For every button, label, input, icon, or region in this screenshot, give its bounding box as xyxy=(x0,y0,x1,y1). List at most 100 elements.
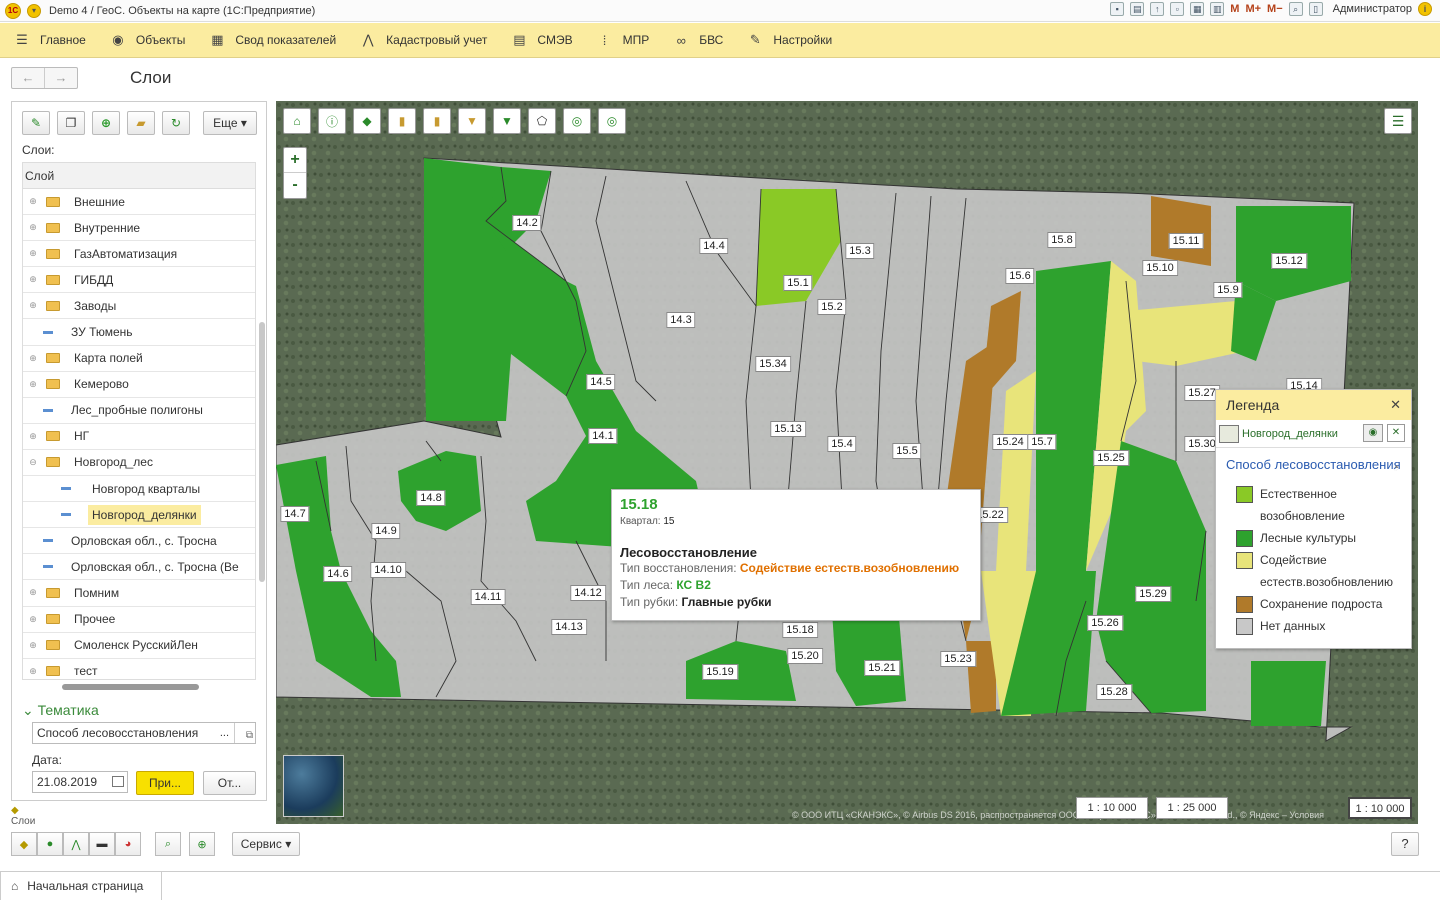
plot-label[interactable]: 14.11 xyxy=(470,589,506,605)
map-view[interactable]: ⌂ ⓘ ◆ ▮ ▮ ▼ ▼ ⬠ ◎ ◎ + - ☰ 14.2 14.4 15.1 15… xyxy=(276,101,1418,824)
panels-icon[interactable]: ▯ xyxy=(1308,2,1323,16)
tree-horizontal-scrollbar[interactable] xyxy=(22,682,256,692)
tree-row[interactable]: ⊕ Внутренние xyxy=(23,215,255,242)
scale-10000-button[interactable]: 1 : 10 000 xyxy=(1076,797,1148,819)
tree-row[interactable]: Лес_пробные полигоны xyxy=(23,398,255,424)
info-icon[interactable]: i xyxy=(1418,2,1432,16)
plot-label[interactable]: 15.6 xyxy=(1005,268,1035,284)
expand-icon[interactable]: ⊕ xyxy=(27,353,39,364)
zoom-icon[interactable]: ⌕ xyxy=(1288,2,1303,16)
send-icon[interactable]: ↑ xyxy=(1150,2,1165,16)
section-cadastral[interactable]: ⋀ Кадастровый учет xyxy=(360,32,488,48)
plot-label[interactable]: 15.21 xyxy=(864,660,900,676)
info-map-button[interactable]: ⓘ xyxy=(318,108,346,134)
plot-label[interactable]: 14.5 xyxy=(586,374,616,390)
date-input[interactable]: 21.08.2019 xyxy=(32,771,128,793)
tree-row[interactable]: ⊕ Помним xyxy=(23,580,255,607)
select-polygon-button[interactable]: ⬠ xyxy=(528,108,556,134)
cadastre-tool-button[interactable]: ⋀ xyxy=(63,832,89,856)
open-icon[interactable]: ⧉ xyxy=(246,726,253,746)
plot-label[interactable]: 15.10 xyxy=(1142,260,1178,276)
tree-vertical-scrollbar[interactable] xyxy=(258,162,266,680)
expand-icon[interactable]: ⊕ xyxy=(27,196,39,207)
expand-icon[interactable]: ⊕ xyxy=(27,379,39,390)
pan-map-button[interactable]: ◆ xyxy=(353,108,381,134)
scale-25000-button[interactable]: 1 : 25 000 xyxy=(1156,797,1228,819)
plot-label[interactable]: 15.4 xyxy=(827,436,857,452)
print-icon[interactable]: ▤ xyxy=(1130,2,1145,16)
palette-icon[interactable]: ◔ xyxy=(1392,460,1399,476)
help-button[interactable]: ? xyxy=(1391,832,1419,856)
plot-label[interactable]: 14.4 xyxy=(699,238,729,254)
forward-arrow-icon[interactable]: → xyxy=(45,68,77,88)
memory-icon[interactable]: M xyxy=(1230,3,1239,15)
plot-label[interactable]: 15.34 xyxy=(755,356,791,372)
tree-row[interactable]: ⊕ ГИБДД xyxy=(23,267,255,294)
plot-label[interactable]: 15.2 xyxy=(817,299,847,315)
tree-row[interactable]: Орловская обл., с. Тросна (Ве xyxy=(23,554,255,581)
plot-label[interactable]: 14.8 xyxy=(416,490,446,506)
tree-row[interactable]: ⊕ Кемерово xyxy=(23,372,255,398)
section-smev[interactable]: ▤ СМЭВ xyxy=(511,32,572,48)
locate-button[interactable]: ◎ xyxy=(563,108,591,134)
back-arrow-icon[interactable]: ← xyxy=(12,68,45,88)
home-map-button[interactable]: ⌂ xyxy=(283,108,311,134)
plot-label[interactable]: 15.25 xyxy=(1093,450,1129,466)
plot-label[interactable]: 15.19 xyxy=(702,664,738,680)
section-mpr[interactable]: ⁞ МПР xyxy=(597,32,649,48)
plot-label[interactable]: 15.28 xyxy=(1096,684,1132,700)
tree-row[interactable]: ⊕ Внешние xyxy=(23,189,255,216)
plot-label[interactable]: 15.13 xyxy=(770,421,806,437)
tree-row[interactable]: ⊖ Новгород_лес xyxy=(23,450,255,477)
plot-label[interactable]: 15.18 xyxy=(782,622,818,638)
tree-row[interactable]: ⊕ ГазАвтоматизация xyxy=(23,241,255,268)
plot-label[interactable]: 14.7 xyxy=(280,506,310,522)
expand-icon[interactable]: ⊕ xyxy=(27,431,39,442)
plot-label[interactable]: 15.12 xyxy=(1271,253,1307,269)
section-summary[interactable]: ▦ Свод показателей xyxy=(209,32,336,48)
refresh-button[interactable]: ↻ xyxy=(162,111,190,135)
pin-icon[interactable]: ◉ xyxy=(1363,424,1383,442)
expand-icon[interactable]: ⊕ xyxy=(27,587,39,598)
plot-label[interactable]: 14.2 xyxy=(512,215,542,231)
copy-layer-button[interactable]: ❐ xyxy=(57,111,85,135)
attach-icon[interactable]: ▫ xyxy=(1170,2,1185,16)
section-objects[interactable]: ◉ Объекты xyxy=(110,32,185,48)
theme-select-field[interactable]: Способ лесовосстановления ... ⧉ xyxy=(32,722,256,744)
filter-button[interactable]: ▼ xyxy=(493,108,521,134)
tree-row[interactable]: ⊕ Смоленск РусскийЛен xyxy=(23,633,255,659)
section-main[interactable]: ☰ Главное xyxy=(14,32,86,48)
tree-row[interactable]: Новгород_делянки xyxy=(23,502,255,529)
expand-icon[interactable]: ⊕ xyxy=(27,248,39,259)
measure-distance-button[interactable]: ▮ xyxy=(388,108,416,134)
target-tool-button[interactable]: ⊕ xyxy=(189,832,215,856)
map-layers-list-button[interactable]: ☰ xyxy=(1384,108,1412,134)
apply-button[interactable]: При... xyxy=(136,771,194,795)
memory-plus-icon[interactable]: M+ xyxy=(1245,3,1261,15)
calc-icon[interactable]: ▥ xyxy=(1210,2,1225,16)
memory-minus-icon[interactable]: M− xyxy=(1267,3,1283,15)
expand-icon[interactable]: ⊕ xyxy=(27,614,39,625)
tree-row[interactable]: ⊕ тест xyxy=(23,659,255,679)
tree-row[interactable]: Орловская обл., с. Тросна xyxy=(23,528,255,555)
plot-label[interactable]: 15.23 xyxy=(940,651,976,667)
plot-15.31-area[interactable] xyxy=(1251,661,1326,726)
plot-label[interactable]: 15.5 xyxy=(892,443,922,459)
expand-icon[interactable]: ⊕ xyxy=(27,274,39,285)
plot-label[interactable]: 14.9 xyxy=(371,523,401,539)
calendar-icon[interactable]: ▦ xyxy=(1190,2,1205,16)
add-layer-button[interactable]: ⊕ xyxy=(92,111,120,135)
add-folder-button[interactable]: ▰ xyxy=(127,111,155,135)
section-bvs[interactable]: ∞ БВС xyxy=(673,32,724,48)
measure-area-button[interactable]: ▮ xyxy=(423,108,451,134)
tree-row[interactable]: ЗУ Тюмень xyxy=(23,319,255,346)
search-tool-button[interactable]: ⌕ xyxy=(155,832,181,856)
save-icon[interactable]: ▪ xyxy=(1110,2,1125,16)
plot-label[interactable]: 14.13 xyxy=(551,619,587,635)
plot-label[interactable]: 15.29 xyxy=(1135,586,1171,602)
edit-layer-button[interactable]: ✎ xyxy=(22,111,50,135)
plot-15.11-area[interactable] xyxy=(1151,196,1211,266)
tree-row[interactable]: Новгород кварталы xyxy=(23,476,255,503)
tree-row[interactable]: ⊕ Прочее xyxy=(23,607,255,633)
zoom-in-button[interactable]: + xyxy=(284,148,306,173)
